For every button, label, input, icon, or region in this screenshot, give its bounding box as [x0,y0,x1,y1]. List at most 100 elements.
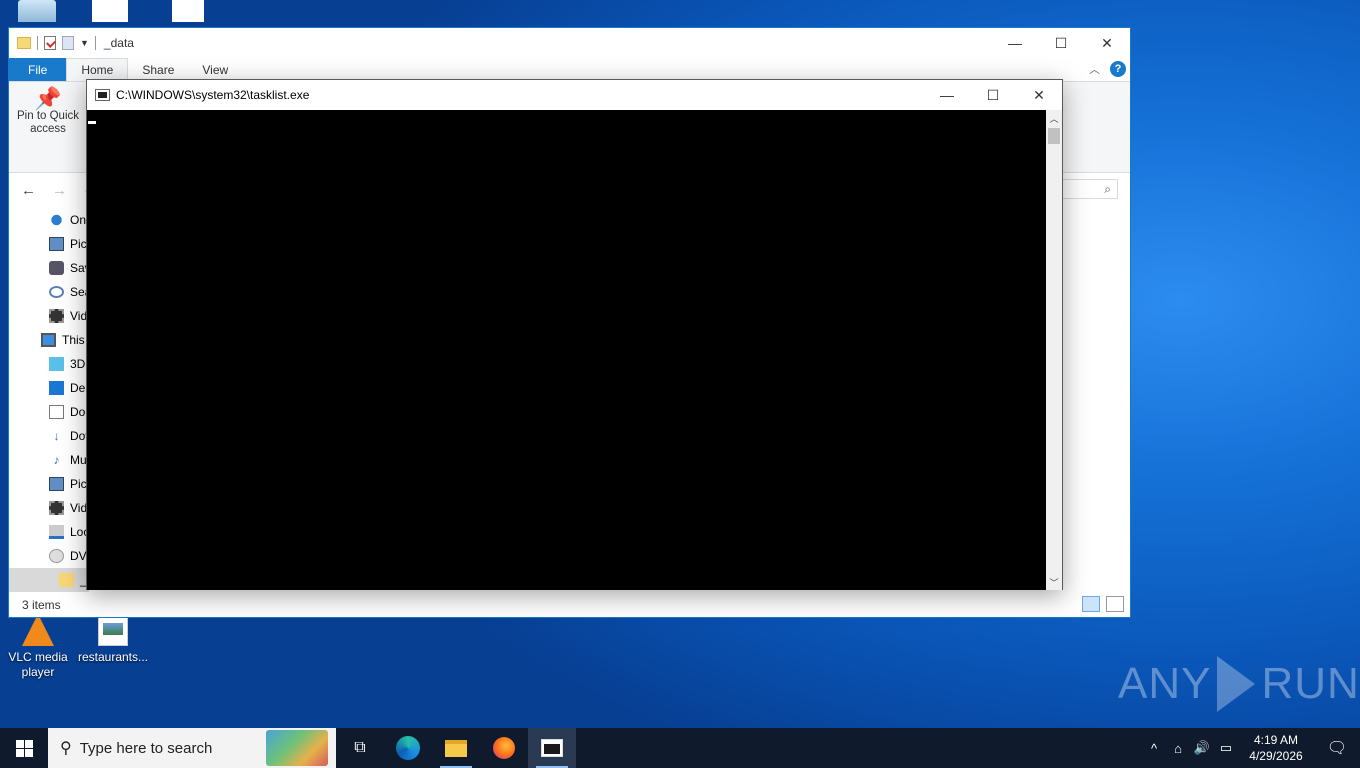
scroll-down-icon[interactable]: ﹀ [1046,574,1062,590]
maximize-button[interactable]: ☐ [970,80,1016,110]
divider [37,36,38,50]
tree-label: 3D [70,357,86,371]
pin-to-quick-access-button[interactable]: 📌 Pin to Quick access [13,86,83,136]
notification-icon[interactable]: 🗨 [1314,738,1360,758]
back-arrow-icon[interactable]: ← [21,182,36,199]
keyboard-icon[interactable]: ▭ [1214,740,1238,756]
tree-item-3d-objects[interactable]: 3D [9,352,89,376]
console-output[interactable] [87,110,1047,590]
desktop-icon-restaurants[interactable]: restaurants... [75,614,151,665]
tree-label: Vid [70,309,88,323]
desktop-icon-label: restaurants... [77,650,149,664]
tree-item-dvd-drive[interactable]: DV [9,544,89,568]
watermark-text-left: ANY [1118,659,1212,708]
file-explorer-button[interactable] [432,728,480,768]
divider [94,36,96,50]
tree-item-downloads[interactable]: ↓Dov [9,424,90,448]
collapse-ribbon-icon[interactable]: ︿ [1089,61,1100,77]
taskbar-search[interactable]: ⚲ Type here to search [48,728,336,768]
play-icon [1217,656,1256,712]
tree-item-local-disk[interactable]: Loc [9,520,89,544]
large-icons-view-icon[interactable] [1106,596,1124,612]
videos-icon [49,309,64,323]
navigation-pane: On Pic Sav Sea Vid This 3D Des Doc ↓Dov … [9,208,89,592]
tree-item-data-folder[interactable]: _d [9,568,89,592]
folder-icon [445,739,467,757]
tree-item-pictures[interactable]: Pic [9,232,89,256]
details-view-icon[interactable] [1082,596,1100,612]
search-icon [49,286,64,298]
close-button[interactable]: ✕ [1084,28,1130,58]
recycle-bin-icon[interactable] [18,0,56,22]
dvd-icon [49,549,64,563]
tree-item-documents[interactable]: Doc [9,400,89,424]
console-icon [95,89,110,101]
status-bar: 3 items [9,593,1130,617]
search-icon: ⚲ [60,740,72,757]
folder-icon [17,37,31,49]
tree-label: Vid [70,501,88,515]
desktop-icon-vlc[interactable]: VLC media player [0,614,76,680]
tree-item-this-pc[interactable]: This [9,328,89,352]
minimize-button[interactable]: — [992,28,1038,58]
tree-item-videos-2[interactable]: Vid [9,496,89,520]
search-input[interactable]: ⌕ [1062,179,1118,199]
tree-item-videos[interactable]: Vid [9,304,89,328]
vertical-scrollbar[interactable]: ︿ ﹀ [1046,110,1062,590]
doc-file-icon[interactable] [172,0,204,22]
chevron-down-icon[interactable]: ▼ [80,38,89,48]
help-icon[interactable]: ? [1110,61,1126,77]
minimize-button[interactable]: — [924,80,970,110]
tab-home[interactable]: Home [66,58,129,81]
network-icon[interactable]: ⌂ [1166,741,1190,756]
tree-item-saved-games[interactable]: Sav [9,256,89,280]
tab-file[interactable]: File [9,58,67,81]
scroll-thumb[interactable] [1048,128,1060,144]
tree-label: This [62,333,85,347]
text-cursor [88,121,96,124]
videos-icon [49,501,64,515]
tree-label: DV [70,549,87,563]
close-button[interactable]: ✕ [1016,80,1062,110]
pin-icon: 📌 [34,86,62,111]
task-view-button[interactable]: ⧉ [336,728,384,768]
search-icon: ⌕ [1104,181,1111,196]
drive-icon [49,525,64,539]
music-note-icon: ♪ [53,453,60,467]
item-count: 3 items [22,598,61,612]
clock-date: 4/29/2026 [1249,749,1303,763]
tree-label: Mu [70,453,87,467]
explorer-titlebar[interactable]: ▼ _data — ☐ ✕ [9,28,1130,58]
chevron-up-icon[interactable]: ^ [1142,741,1166,756]
system-tray: ^ ⌂ 🔊 ▭ 4:19 AM 4/29/2026 🗨 [1142,728,1360,768]
new-folder-icon[interactable] [62,36,74,50]
download-arrow-icon: ↓ [53,429,60,443]
firefox-button[interactable] [480,728,528,768]
window-title: _data [103,36,134,50]
tree-item-searches[interactable]: Sea [9,280,89,304]
tree-item-music[interactable]: ♪ Mu [9,448,89,472]
search-placeholder: Type here to search [79,739,213,757]
word-doc-icon[interactable] [92,0,128,22]
clock[interactable]: 4:19 AM 4/29/2026 [1238,732,1314,764]
tab-view[interactable]: View [188,58,242,81]
ribbon-tabs: File Home Share View ︿ ? [9,58,1130,81]
console-titlebar[interactable]: C:\WINDOWS\system32\tasklist.exe — ☐ ✕ [87,80,1062,110]
pin-label: Pin to Quick access [17,110,79,135]
tab-share[interactable]: Share [128,58,188,81]
console-window[interactable]: C:\WINDOWS\system32\tasklist.exe — ☐ ✕ ︿… [86,79,1063,590]
tree-item-desktop[interactable]: Des [9,376,89,400]
task-view-icon: ⧉ [354,739,366,756]
maximize-button[interactable]: ☐ [1038,28,1084,58]
image-file-icon [98,614,128,646]
tree-item-onedrive[interactable]: On [9,208,89,232]
properties-icon[interactable] [44,36,56,50]
edge-button[interactable] [384,728,432,768]
volume-icon[interactable]: 🔊 [1190,740,1214,756]
saved-games-icon [49,261,64,275]
forward-arrow-icon[interactable]: → [52,182,67,199]
tree-item-pictures-2[interactable]: Pic [9,472,89,496]
console-taskbar-button[interactable] [528,728,576,768]
start-button[interactable] [0,728,48,768]
scroll-up-icon[interactable]: ︿ [1046,110,1062,126]
